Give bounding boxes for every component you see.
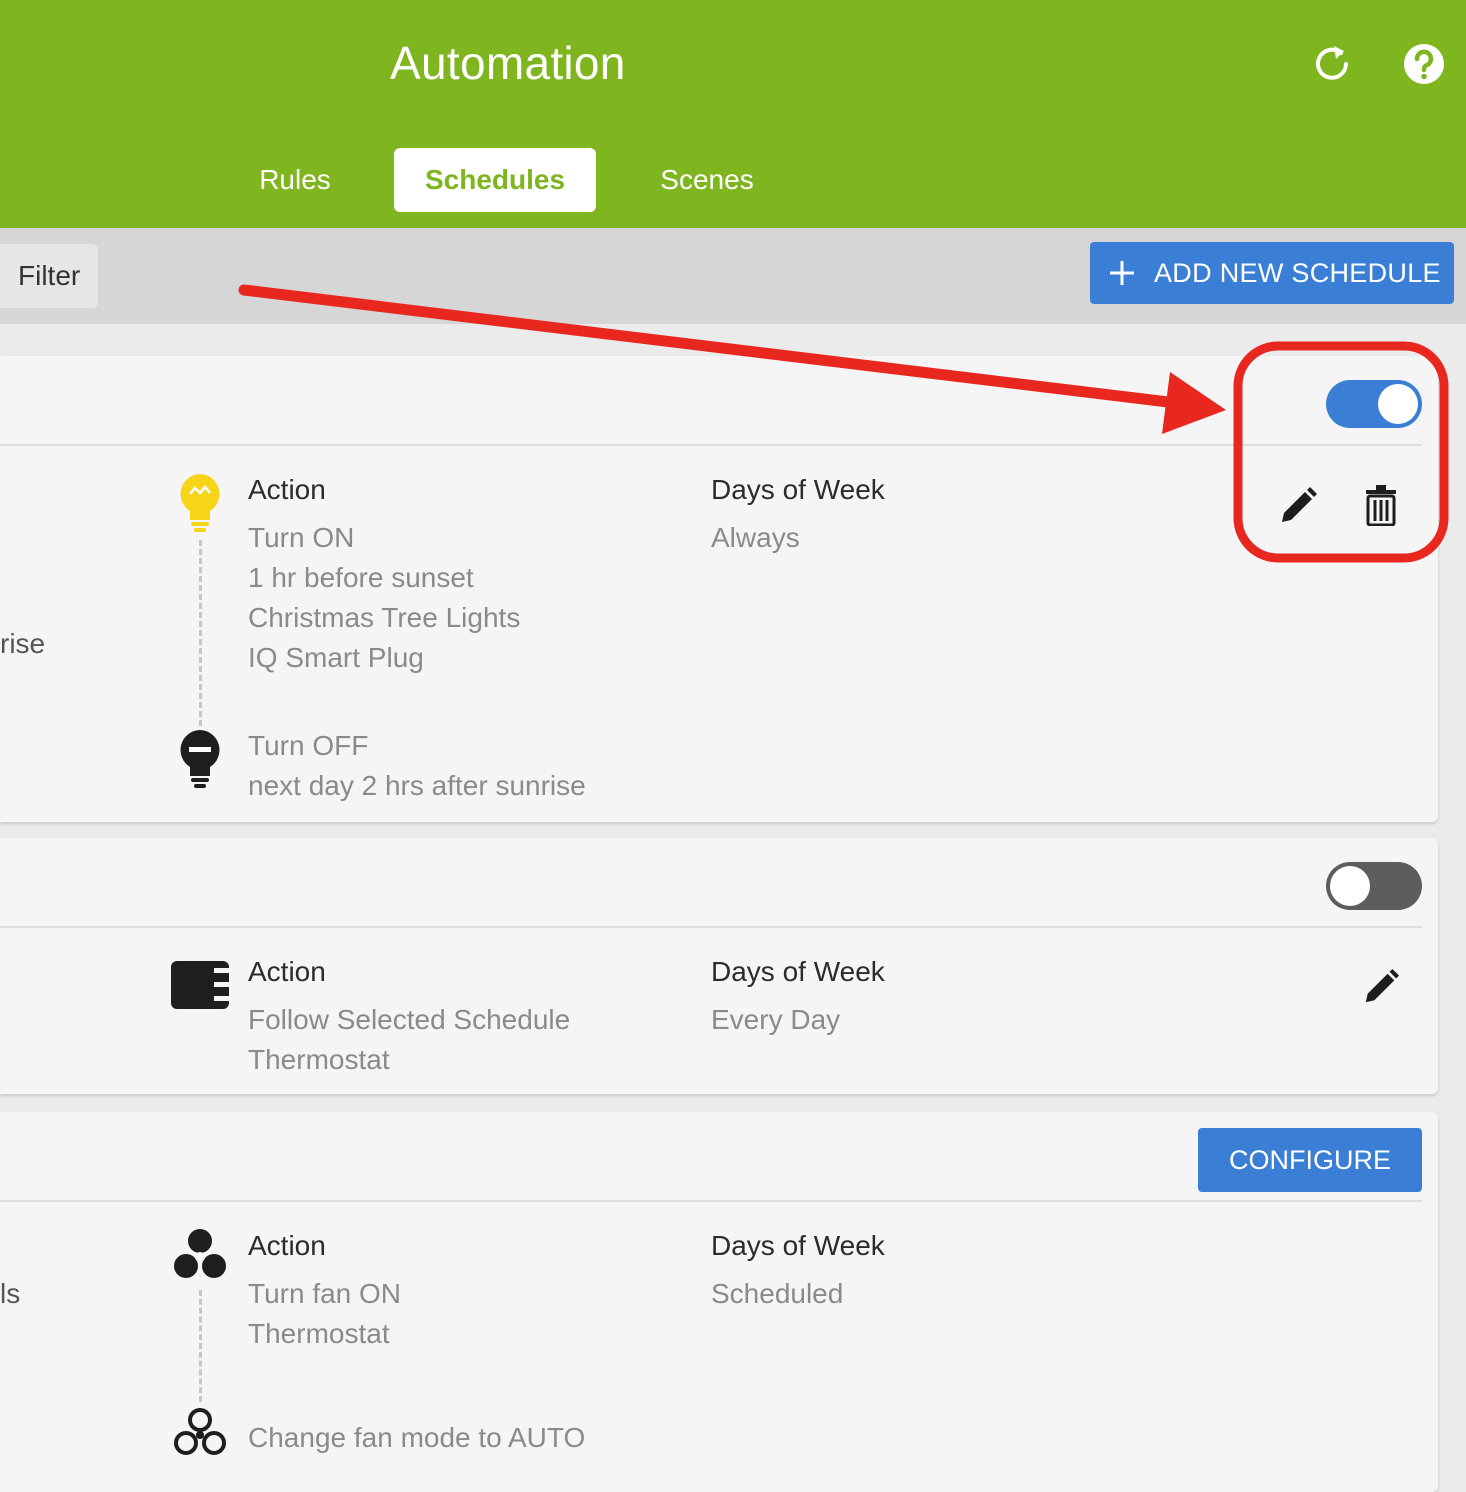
add-new-schedule-label: ADD NEW SCHEDULE bbox=[1154, 258, 1441, 288]
days-of-week-label: Days of Week bbox=[711, 474, 885, 505]
plus-icon bbox=[1110, 261, 1134, 285]
timeline-dash bbox=[199, 1290, 202, 1402]
filter-button[interactable]: Filter bbox=[0, 244, 98, 308]
truncated-trigger-text: ls bbox=[0, 1278, 21, 1309]
end-action-value: next day 2 hrs after sunrise bbox=[248, 770, 586, 801]
action-value: IQ Smart Plug bbox=[248, 642, 424, 673]
card-divider bbox=[0, 444, 1422, 446]
days-of-week-value: Scheduled bbox=[711, 1278, 844, 1309]
card-divider bbox=[0, 926, 1422, 928]
action-value: Follow Selected Schedule bbox=[248, 1004, 571, 1035]
action-label: Action bbox=[248, 474, 326, 505]
schedule-card-icon bbox=[171, 961, 230, 1009]
end-action-value: Turn OFF bbox=[248, 730, 369, 761]
tab-scenes[interactable]: Scenes bbox=[640, 148, 774, 212]
fan-filled-icon bbox=[174, 1229, 226, 1278]
days-of-week-value: Always bbox=[711, 522, 800, 553]
edit-icon[interactable] bbox=[1278, 486, 1318, 526]
action-value: Turn fan ON bbox=[248, 1278, 402, 1309]
schedule-enable-toggle[interactable] bbox=[1326, 380, 1422, 428]
truncated-trigger-text: rise bbox=[0, 628, 46, 659]
action-value: 1 hr before sunset bbox=[248, 562, 474, 593]
help-icon[interactable] bbox=[1402, 42, 1446, 86]
action-value: Turn ON bbox=[248, 522, 355, 553]
refresh-icon[interactable] bbox=[1310, 42, 1354, 86]
edit-icon[interactable] bbox=[1362, 968, 1400, 1006]
action-value: Thermostat bbox=[248, 1318, 390, 1349]
delete-icon[interactable] bbox=[1364, 484, 1398, 526]
days-of-week-label: Days of Week bbox=[711, 956, 885, 987]
light-bulb-off-icon bbox=[180, 730, 220, 788]
light-bulb-on-icon bbox=[180, 474, 220, 532]
card-divider bbox=[0, 1200, 1422, 1202]
days-of-week-value: Every Day bbox=[711, 1004, 841, 1035]
action-label: Action bbox=[248, 956, 326, 987]
schedule-enable-toggle[interactable] bbox=[1326, 862, 1422, 910]
action-value: Thermostat bbox=[248, 1044, 390, 1075]
configure-button[interactable]: CONFIGURE bbox=[1198, 1128, 1422, 1192]
action-value: Christmas Tree Lights bbox=[248, 602, 521, 633]
days-of-week-label: Days of Week bbox=[711, 1230, 885, 1261]
end-action-value: Change fan mode to AUTO bbox=[248, 1422, 586, 1453]
tab-rules[interactable]: Rules bbox=[236, 148, 354, 212]
add-new-schedule-button[interactable]: ADD NEW SCHEDULE bbox=[1090, 242, 1454, 304]
tab-schedules[interactable]: Schedules bbox=[394, 148, 596, 212]
timeline-dash bbox=[199, 540, 202, 726]
page-title: Automation bbox=[390, 37, 626, 89]
action-label: Action bbox=[248, 1230, 326, 1261]
fan-outline-icon bbox=[174, 1408, 226, 1455]
